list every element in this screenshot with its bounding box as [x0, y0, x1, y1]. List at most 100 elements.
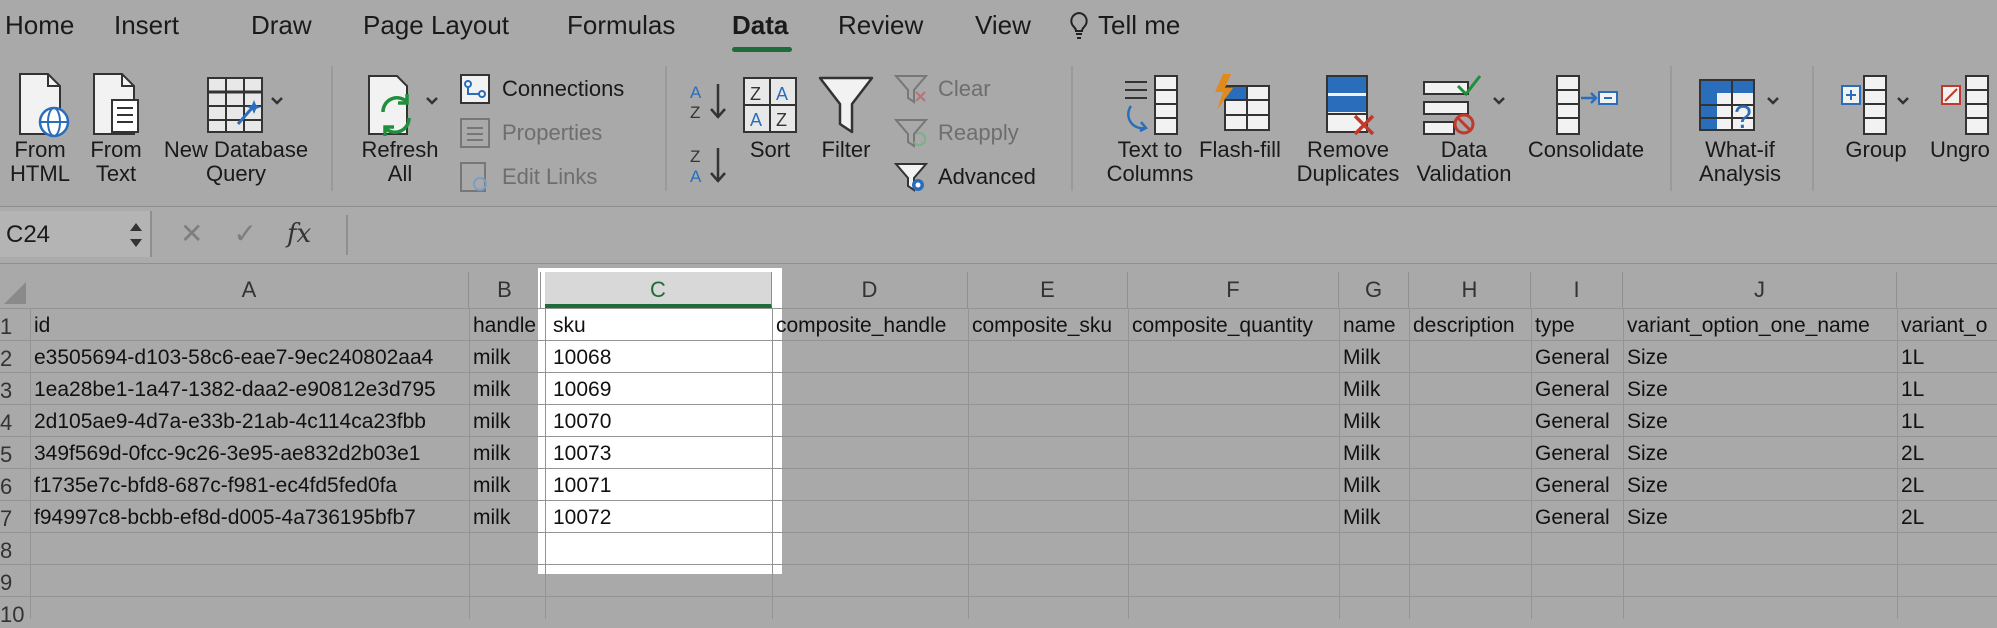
what-if-analysis-button[interactable]: ? What-if Analysis	[1690, 72, 1790, 186]
cell-b2[interactable]: milk	[473, 346, 543, 370]
ungroup-button[interactable]: Ungro	[1930, 72, 1997, 162]
new-database-query-button[interactable]: New Database Query	[158, 72, 314, 186]
connections-button[interactable]: Connections	[458, 72, 624, 106]
tab-insert[interactable]: Insert	[114, 10, 179, 41]
column-header-d[interactable]: D	[772, 272, 968, 308]
flash-fill-button[interactable]: Flash-fill	[1194, 72, 1286, 162]
cell-a3[interactable]: 1ea28be1-1a47-1382-daa2-e90812e3d795	[34, 378, 466, 402]
cell-k4[interactable]: 1L	[1901, 410, 1997, 434]
reapply-button[interactable]: Reapply	[894, 116, 1019, 150]
cell-k1[interactable]: variant_o	[1901, 314, 1997, 338]
column-header-i[interactable]: I	[1531, 272, 1623, 308]
from-html-button[interactable]: From HTML	[4, 72, 76, 186]
cell-a5[interactable]: 349f569d-0fcc-9c26-3e95-ae832d2b03e1	[34, 442, 466, 466]
name-box-stepper-icon[interactable]	[128, 219, 144, 251]
clear-filter-button[interactable]: Clear	[894, 72, 991, 106]
cell-b4[interactable]: milk	[473, 410, 543, 434]
column-header-j[interactable]: J	[1623, 272, 1897, 308]
cell-i1[interactable]: type	[1535, 314, 1621, 338]
cell-j4[interactable]: Size	[1627, 410, 1895, 434]
cell-g6[interactable]: Milk	[1343, 474, 1407, 498]
column-header-c[interactable]: C	[545, 272, 772, 308]
cell-b1[interactable]: handle	[473, 314, 543, 338]
sort-ascending-button[interactable]: AZ	[686, 80, 730, 124]
cell-c5[interactable]: 10073	[553, 442, 769, 466]
row-header-7[interactable]: 7	[0, 506, 28, 532]
cell-k7[interactable]: 2L	[1901, 506, 1997, 530]
row-header-3[interactable]: 3	[0, 378, 28, 404]
cell-b5[interactable]: milk	[473, 442, 543, 466]
column-header-f[interactable]: F	[1128, 272, 1339, 308]
cell-b7[interactable]: milk	[473, 506, 543, 530]
cell-d1[interactable]: composite_handle	[776, 314, 966, 338]
cancel-icon[interactable]: ✕	[180, 217, 203, 250]
cell-g1[interactable]: name	[1343, 314, 1407, 338]
cell-c1[interactable]: sku	[553, 314, 769, 338]
row-header-5[interactable]: 5	[0, 442, 28, 468]
cell-i4[interactable]: General	[1535, 410, 1621, 434]
row-header-10[interactable]: 10	[0, 602, 28, 628]
cell-j6[interactable]: Size	[1627, 474, 1895, 498]
remove-duplicates-button[interactable]: Remove Duplicates	[1294, 72, 1402, 186]
cell-i3[interactable]: General	[1535, 378, 1621, 402]
cell-j7[interactable]: Size	[1627, 506, 1895, 530]
cell-c2[interactable]: 10068	[553, 346, 769, 370]
edit-links-button[interactable]: Edit Links	[458, 160, 597, 194]
cell-c3[interactable]: 10069	[553, 378, 769, 402]
tab-draw[interactable]: Draw	[251, 10, 312, 41]
cell-a7[interactable]: f94997c8-bcbb-ef8d-d005-4a736195bfb7	[34, 506, 466, 530]
cell-c6[interactable]: 10071	[553, 474, 769, 498]
cell-g3[interactable]: Milk	[1343, 378, 1407, 402]
name-box[interactable]: C24	[0, 211, 152, 257]
cell-k6[interactable]: 2L	[1901, 474, 1997, 498]
cell-g7[interactable]: Milk	[1343, 506, 1407, 530]
cell-k3[interactable]: 1L	[1901, 378, 1997, 402]
group-button[interactable]: Group	[1836, 72, 1916, 162]
cell-g4[interactable]: Milk	[1343, 410, 1407, 434]
row-header-2[interactable]: 2	[0, 346, 28, 372]
tab-formulas[interactable]: Formulas	[567, 10, 675, 41]
consolidate-button[interactable]: Consolidate	[1524, 72, 1648, 162]
cell-i5[interactable]: General	[1535, 442, 1621, 466]
column-header-e[interactable]: E	[968, 272, 1128, 308]
select-all-corner[interactable]	[0, 272, 30, 308]
cell-g2[interactable]: Milk	[1343, 346, 1407, 370]
cell-j3[interactable]: Size	[1627, 378, 1895, 402]
sort-button[interactable]: ZAAZ Sort	[738, 72, 802, 162]
cell-k5[interactable]: 2L	[1901, 442, 1997, 466]
cell-c4[interactable]: 10070	[553, 410, 769, 434]
sort-descending-button[interactable]: ZA	[686, 144, 730, 188]
tab-data[interactable]: Data	[732, 10, 788, 41]
tab-review[interactable]: Review	[838, 10, 923, 41]
tell-me-search[interactable]: Tell me	[1068, 10, 1180, 41]
row-header-6[interactable]: 6	[0, 474, 28, 500]
advanced-filter-button[interactable]: Advanced	[894, 160, 1036, 194]
cell-i2[interactable]: General	[1535, 346, 1621, 370]
cell-a6[interactable]: f1735e7c-bfd8-687c-f981-ec4fd5fed0fa	[34, 474, 466, 498]
cell-a1[interactable]: id	[34, 314, 466, 338]
cell-b6[interactable]: milk	[473, 474, 543, 498]
tab-view[interactable]: View	[975, 10, 1031, 41]
column-header-g[interactable]: G	[1339, 272, 1409, 308]
row-header-9[interactable]: 9	[0, 570, 28, 596]
row-header-1[interactable]: 1	[0, 314, 28, 340]
cell-j2[interactable]: Size	[1627, 346, 1895, 370]
cell-a2[interactable]: e3505694-d103-58c6-eae7-9ec240802aa4	[34, 346, 466, 370]
cell-b3[interactable]: milk	[473, 378, 543, 402]
row-header-8[interactable]: 8	[0, 538, 28, 564]
column-header-b[interactable]: B	[469, 272, 541, 308]
column-header-h[interactable]: H	[1409, 272, 1531, 308]
cell-e1[interactable]: composite_sku	[972, 314, 1126, 338]
cell-i7[interactable]: General	[1535, 506, 1621, 530]
cell-i6[interactable]: General	[1535, 474, 1621, 498]
cell-f1[interactable]: composite_quantity	[1132, 314, 1337, 338]
cell-a4[interactable]: 2d105ae9-4d7a-e33b-21ab-4c114ca23fbb	[34, 410, 466, 434]
data-validation-button[interactable]: Data Validation	[1414, 72, 1514, 186]
cell-h1[interactable]: description	[1413, 314, 1529, 338]
cell-g5[interactable]: Milk	[1343, 442, 1407, 466]
tab-page-layout[interactable]: Page Layout	[363, 10, 509, 41]
refresh-all-button[interactable]: Refresh All	[352, 72, 448, 186]
from-text-button[interactable]: From Text	[84, 72, 148, 186]
confirm-icon[interactable]: ✓	[233, 217, 256, 250]
insert-function-icon[interactable]: fx	[287, 219, 311, 249]
